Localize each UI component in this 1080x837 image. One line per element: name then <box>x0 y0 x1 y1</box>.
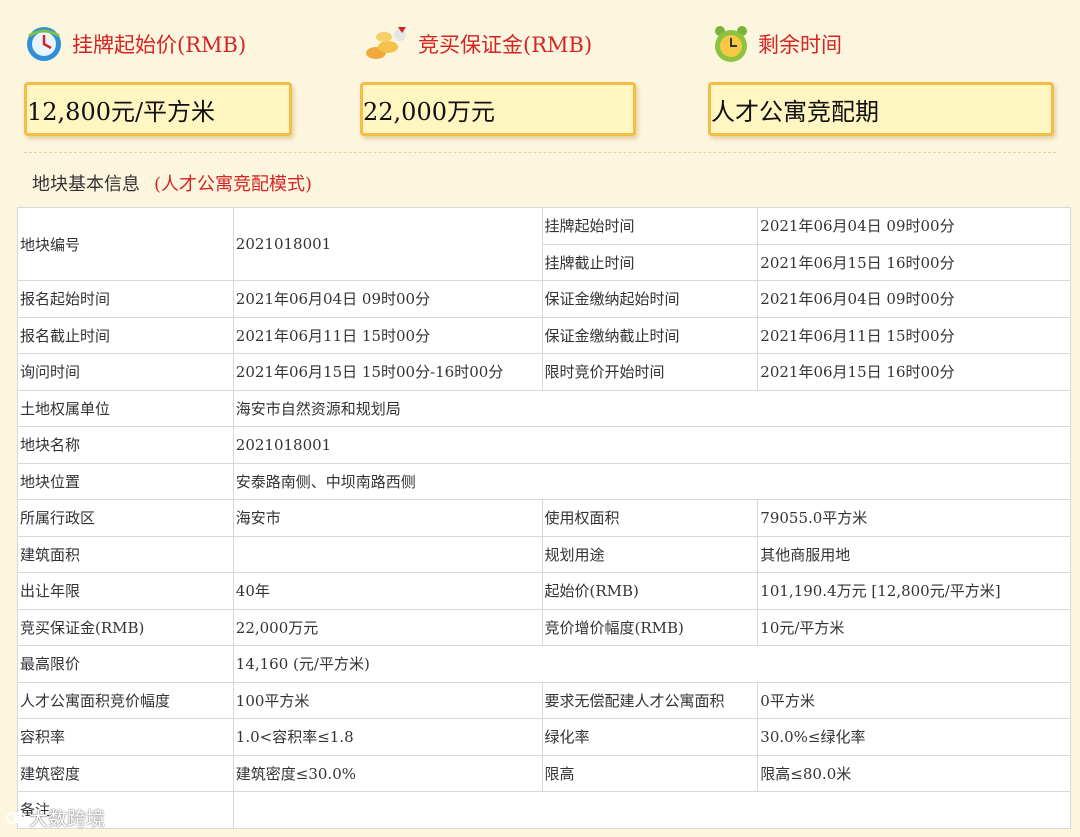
table-value: 100平方米 <box>232 681 543 719</box>
table-key: 建筑面积 <box>17 535 234 573</box>
deposit-header: 竞买保证金(RMB) <box>362 22 592 66</box>
summary-header: 挂牌起始价(RMB) 竞买保证金(RMB) 剩余时间 12,800元/平方米 2… <box>0 0 1080 150</box>
section-title: 地块基本信息 (人才公寓竞配模式) <box>32 170 312 196</box>
table-row: 人才公寓面积竞价幅度 100平方米 要求无偿配建人才公寓面积 0平方米 <box>17 681 1071 719</box>
table-row: 地块名称 2021018001 <box>17 426 1072 464</box>
land-info-table: 地块编号 2021018001 挂牌起始时间 2021年06月04日 09时00… <box>17 207 1072 829</box>
table-key: 地块位置 <box>17 462 234 500</box>
table-key: 规划用途 <box>541 535 759 573</box>
table-row: 建筑密度 建筑密度≤30.0% 限高 限高≤80.0米 <box>17 754 1071 792</box>
table-key: 保证金缴纳起始时间 <box>541 280 759 318</box>
divider <box>24 152 1056 153</box>
table-key: 竞价增价幅度(RMB) <box>541 608 759 646</box>
table-value: 2021年06月15日 15时00分-16时00分 <box>232 353 543 391</box>
table-value: 2021年06月11日 15时00分 <box>232 316 543 354</box>
table-value: 其他商服用地 <box>757 535 1071 573</box>
table-row: 报名起始时间 2021年06月04日 09时00分 保证金缴纳起始时间 2021… <box>17 280 1071 318</box>
table-key: 使用权面积 <box>541 499 759 537</box>
table-row: 报名截止时间 2021年06月11日 15时00分 保证金缴纳截止时间 2021… <box>17 316 1071 354</box>
table-key: 所属行政区 <box>17 499 234 537</box>
table-key: 挂牌截止时间 <box>541 243 759 281</box>
table-value <box>232 535 543 573</box>
table-key: 限高 <box>541 754 759 792</box>
table-key: 出让年限 <box>17 572 234 610</box>
section-mode: (人才公寓竞配模式) <box>154 174 313 195</box>
coins-icon <box>366 27 406 59</box>
table-row: 最高限价 14,160 (元/平方米) <box>17 645 1072 683</box>
watermark-text: 大数跨境 <box>29 808 106 830</box>
table-row: 竞买保证金(RMB) 22,000万元 竞价增价幅度(RMB) 10元/平方米 <box>17 608 1071 646</box>
table-value: 2021年06月04日 09时00分 <box>757 207 1071 245</box>
table-value: 限高≤80.0米 <box>757 754 1071 792</box>
table-row: 询问时间 2021年06月15日 15时00分-16时00分 限时竞价开始时间 … <box>17 353 1071 391</box>
table-value: 1.0<容积率≤1.8 <box>232 718 543 756</box>
table-value <box>232 791 1072 829</box>
table-value: 2021年06月04日 09时00分 <box>232 280 543 318</box>
table-key: 报名起始时间 <box>17 280 234 318</box>
table-row: 容积率 1.0<容积率≤1.8 绿化率 30.0%≤绿化率 <box>17 718 1071 756</box>
table-row: 地块位置 安泰路南侧、中坝南路西侧 <box>17 462 1072 500</box>
time-value: 人才公寓竞配期 <box>711 97 879 126</box>
price-value: 12,800元/平方米 <box>27 97 216 126</box>
price-value-box: 12,800元/平方米 <box>24 82 292 136</box>
table-key: 绿化率 <box>541 718 759 756</box>
watermark: 大数跨境 <box>6 804 105 831</box>
deposit-label: 竞买保证金(RMB) <box>418 33 593 57</box>
alarm-clock-icon <box>715 26 747 62</box>
table-row: 所属行政区 海安市 使用权面积 79055.0平方米 <box>17 499 1071 537</box>
table-row: 出让年限 40年 起始价(RMB) 101,190.4万元 [12,800元/平… <box>17 572 1071 610</box>
table-value: 79055.0平方米 <box>757 499 1071 537</box>
table-value: 2021018001 <box>232 207 543 281</box>
table-value: 2021年06月11日 15时00分 <box>757 316 1071 354</box>
table-key: 竞买保证金(RMB) <box>17 608 234 646</box>
table-key: 询问时间 <box>17 353 234 391</box>
table-row: 土地权属单位 海安市自然资源和规划局 <box>17 389 1072 427</box>
table-value: 101,190.4万元 [12,800元/平方米] <box>757 572 1071 610</box>
table-value: 2021018001 <box>232 426 1072 464</box>
table-key: 地块名称 <box>17 426 234 464</box>
table-value: 海安市自然资源和规划局 <box>232 389 1072 427</box>
table-value: 30.0%≤绿化率 <box>757 718 1071 756</box>
table-row: 备注 <box>17 791 1072 829</box>
table-value: 10元/平方米 <box>757 608 1071 646</box>
time-value-box: 人才公寓竞配期 <box>708 82 1054 136</box>
table-key: 要求无偿配建人才公寓面积 <box>541 681 759 719</box>
table-value: 2021年06月04日 09时00分 <box>757 280 1071 318</box>
time-header: 剩余时间 <box>712 22 842 66</box>
table-value: 海安市 <box>232 499 543 537</box>
deposit-value: 22,000万元 <box>363 97 495 126</box>
table-value: 40年 <box>232 572 543 610</box>
table-key: 容积率 <box>17 718 234 756</box>
table-value: 2021年06月15日 16时00分 <box>757 353 1071 391</box>
table-value: 2021年06月15日 16时00分 <box>757 243 1071 281</box>
table-row: 建筑面积 规划用途 其他商服用地 <box>17 535 1071 573</box>
table-value: 14,160 (元/平方米) <box>232 645 1072 683</box>
deposit-value-box: 22,000万元 <box>360 82 636 136</box>
table-key: 土地权属单位 <box>17 389 234 427</box>
table-key: 起始价(RMB) <box>541 572 759 610</box>
price-label: 挂牌起始价(RMB) <box>72 33 247 57</box>
table-key: 保证金缴纳截止时间 <box>541 316 759 354</box>
watermark-logo-icon <box>6 811 26 824</box>
table-value: 0平方米 <box>757 681 1071 719</box>
table-value: 22,000万元 <box>232 608 543 646</box>
section-title-text: 地块基本信息 <box>32 174 140 195</box>
globe-clock-icon <box>27 27 61 61</box>
table-key: 限时竞价开始时间 <box>541 353 759 391</box>
time-label: 剩余时间 <box>758 33 842 57</box>
table-key: 最高限价 <box>17 645 234 683</box>
table-value: 建筑密度≤30.0% <box>232 754 543 792</box>
table-key: 人才公寓面积竞价幅度 <box>17 681 234 719</box>
price-header: 挂牌起始价(RMB) <box>24 22 246 66</box>
table-key: 报名截止时间 <box>17 316 234 354</box>
table-value: 安泰路南侧、中坝南路西侧 <box>232 462 1072 500</box>
table-key: 地块编号 <box>17 207 234 281</box>
table-key: 挂牌起始时间 <box>541 207 759 245</box>
table-key: 建筑密度 <box>17 754 234 792</box>
table-row: 地块编号 2021018001 挂牌起始时间 2021年06月04日 09时00… <box>17 207 1071 281</box>
